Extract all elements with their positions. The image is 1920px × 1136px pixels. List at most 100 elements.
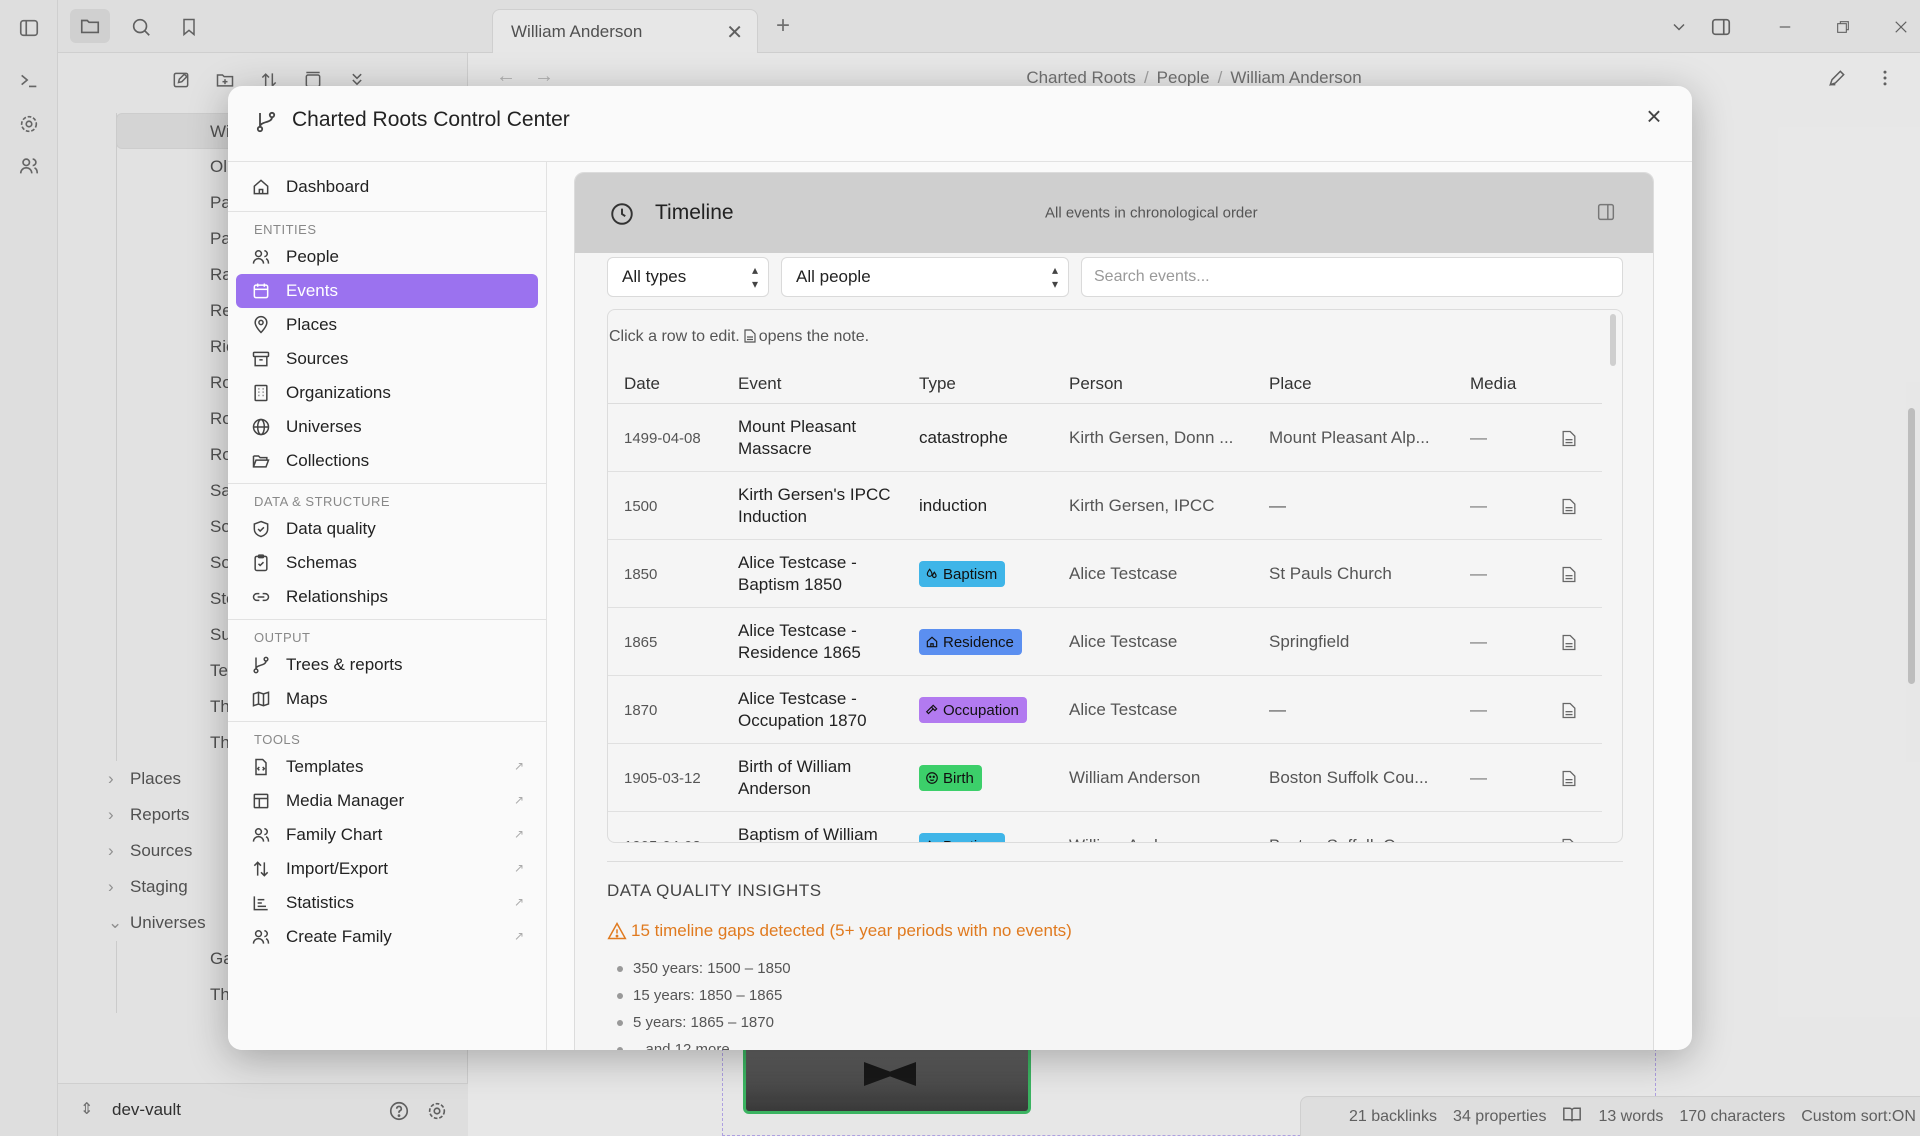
cell-media: — <box>1470 404 1487 472</box>
nav-schemas[interactable]: Schemas <box>236 546 538 580</box>
nav-label: Places <box>286 315 338 334</box>
nav-places[interactable]: Places <box>236 308 538 342</box>
nav-relationships[interactable]: Relationships <box>236 580 538 614</box>
nav-events[interactable]: Events <box>236 274 538 308</box>
open-note-icon[interactable] <box>1562 608 1582 676</box>
column-date[interactable]: Date <box>624 374 660 394</box>
person-filter-select[interactable]: All people ▴ ▾ <box>781 257 1069 297</box>
table-row[interactable]: 1870 Alice Testcase - Occupation 1870 Occu… <box>608 676 1602 744</box>
external-link-icon: ↗ <box>513 929 524 943</box>
cell-person: Alice Testcase <box>1069 676 1239 744</box>
column-event[interactable]: Event <box>738 374 781 394</box>
open-note-icon[interactable] <box>1562 812 1582 842</box>
insights-title: DATA QUALITY INSIGHTS <box>607 881 822 900</box>
nav-family-chart[interactable]: Family Chart ↗ <box>236 818 538 852</box>
nav-maps[interactable]: Maps <box>236 682 538 716</box>
table-body: 1499-04-08 Mount Pleasant Massacre catastr… <box>608 404 1602 843</box>
cell-date: 1500 <box>624 472 657 540</box>
nav-label: Maps <box>286 689 328 708</box>
table-row[interactable]: 1905-03-12 Birth of William Anderson Birth… <box>608 744 1602 812</box>
column-person[interactable]: Person <box>1069 374 1123 394</box>
nav-organizations[interactable]: Organizations <box>236 376 538 410</box>
column-place[interactable]: Place <box>1269 374 1312 394</box>
nav-media-manager[interactable]: Media Manager ↗ <box>236 784 538 818</box>
cell-date: 1870 <box>624 676 657 744</box>
section-label: OUTPUT <box>254 630 311 645</box>
control-center-content: Timeline All events in chronological ord… <box>548 162 1692 1050</box>
type-filter-select[interactable]: All types ▴ ▾ <box>607 257 769 297</box>
select-caret-icon: ▴ ▾ <box>1051 263 1058 291</box>
badge-label: Birth <box>943 769 974 787</box>
people-icon <box>250 926 272 948</box>
cell-place: — <box>1269 472 1449 540</box>
nav-import-export[interactable]: Import/Export ↗ <box>236 852 538 886</box>
open-note-icon[interactable] <box>1562 404 1582 472</box>
gap-item[interactable]: ...and 12 more <box>613 1036 791 1050</box>
table-row[interactable]: 1905-04-02 Baptism of William Anderson Bap… <box>608 812 1602 843</box>
cell-text: Baptism of William Anderson <box>738 825 878 843</box>
nav-dashboard[interactable]: Dashboard <box>236 170 538 204</box>
cell-text: — <box>1470 496 1487 515</box>
cell-date: 1865 <box>624 608 657 676</box>
column-type[interactable]: Type <box>919 374 956 394</box>
note-icon <box>744 329 756 343</box>
droplets-icon <box>926 568 937 578</box>
table-row[interactable]: 1499-04-08 Mount Pleasant Massacre catastr… <box>608 404 1602 472</box>
nav-templates[interactable]: Templates ↗ <box>236 750 538 784</box>
cell-text: Birth of William Anderson <box>738 757 852 798</box>
table-row[interactable]: 1500 Kirth Gersen's IPCC Induction inducti… <box>608 472 1602 540</box>
open-note-icon[interactable] <box>1562 472 1582 540</box>
nav-label: Organizations <box>286 383 391 402</box>
nav-statistics[interactable]: Statistics ↗ <box>236 886 538 920</box>
table-scrollbar[interactable] <box>1610 314 1616 366</box>
open-note-icon[interactable] <box>1562 744 1582 812</box>
cell-text: Alice Testcase - Baptism 1850 <box>738 553 857 594</box>
arrow-up-down-icon <box>250 858 272 880</box>
map-pin-icon <box>250 314 272 336</box>
table-row[interactable]: 1850 Alice Testcase - Baptism 1850 Baptism… <box>608 540 1602 608</box>
cell-text: Mount Pleasant Alp... <box>1269 428 1430 447</box>
nav-label: Schemas <box>286 553 357 572</box>
nav-sources[interactable]: Sources <box>236 342 538 376</box>
timeline-subtitle: All events in chronological order <box>1045 204 1258 222</box>
cell-text: induction <box>919 496 988 515</box>
cell-place: — <box>1269 676 1449 744</box>
nav-universes[interactable]: Universes <box>236 410 538 444</box>
table-row[interactable]: 1865 Alice Testcase - Residence 1865 Resid… <box>608 608 1602 676</box>
cell-text: Kirth Gersen, IPCC <box>1069 496 1215 515</box>
cell-media: — <box>1470 812 1487 842</box>
open-note-icon[interactable] <box>1562 676 1582 744</box>
event-type-badge: Occupation <box>919 697 1027 723</box>
search-events-input[interactable] <box>1081 257 1623 297</box>
nav-create-family[interactable]: Create Family ↗ <box>236 920 538 954</box>
cell-event: Mount Pleasant Massacre <box>738 404 898 472</box>
modal-header: Charted Roots Control Center × <box>228 86 1692 162</box>
people-icon <box>250 824 272 846</box>
nav-label: Templates <box>286 757 364 776</box>
open-note-icon[interactable] <box>1562 540 1582 608</box>
cell-text: 1905-04-02 <box>624 838 701 843</box>
external-link-icon: ↗ <box>513 895 524 909</box>
timeline-title: Timeline <box>655 201 734 224</box>
external-link-icon: ↗ <box>513 827 524 841</box>
divider <box>607 861 1623 862</box>
nav-label: Statistics <box>286 893 355 912</box>
control-center-modal: Charted Roots Control Center × Dashboard… <box>228 86 1692 1050</box>
nav-label: Collections <box>286 451 370 470</box>
column-media[interactable]: Media <box>1470 374 1516 394</box>
cell-text: 1865 <box>624 633 658 651</box>
cell-text: catastrophe <box>919 428 1008 447</box>
nav-collections[interactable]: Collections <box>236 444 538 478</box>
sidebar-panel-icon[interactable] <box>1595 201 1617 223</box>
cell-event: Birth of William Anderson <box>738 744 898 812</box>
cell-text: 1850 <box>624 565 658 583</box>
cell-person: William Anderson <box>1069 744 1239 812</box>
cell-media: — <box>1470 540 1487 608</box>
baby-icon <box>926 772 938 784</box>
nav-people[interactable]: People <box>236 240 538 274</box>
cell-event: Kirth Gersen's IPCC Induction <box>738 472 898 540</box>
cell-date: 1905-03-12 <box>624 744 701 812</box>
close-icon[interactable]: × <box>1638 100 1670 132</box>
nav-data-quality[interactable]: Data quality <box>236 512 538 546</box>
nav-trees-reports[interactable]: Trees & reports <box>236 648 538 682</box>
